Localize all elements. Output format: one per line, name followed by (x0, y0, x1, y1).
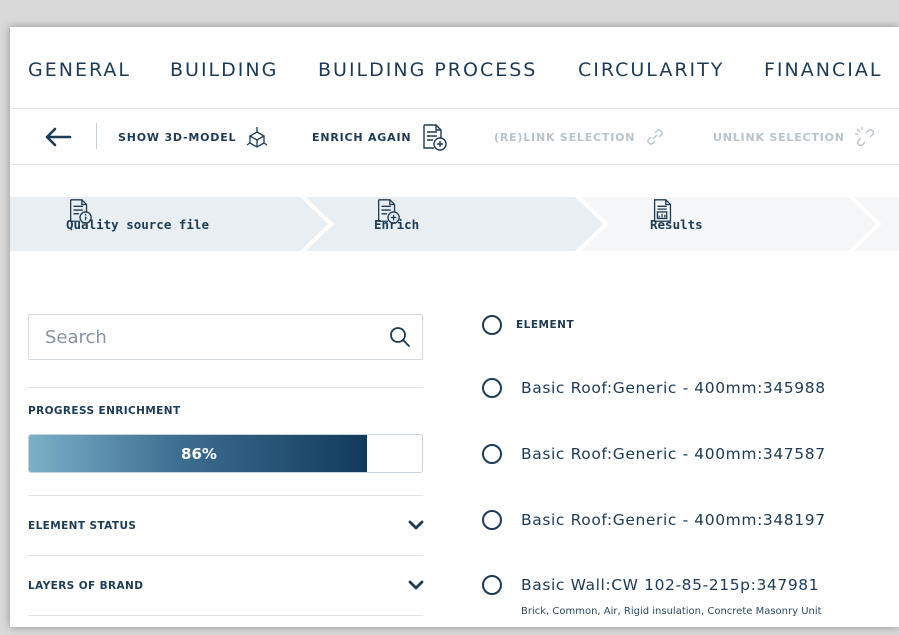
list-item[interactable]: Basic Roof:Generic - 400mm:345988 (521, 379, 826, 397)
step-bar: Quality source file Enrich Results (10, 197, 899, 251)
step-shape-enrich (306, 197, 603, 251)
layers-of-brand-filter-label[interactable]: LAYERS OF BRAND (28, 580, 143, 592)
step-results[interactable]: Results (650, 197, 703, 251)
arrow-left-icon (45, 127, 72, 147)
document-add-icon (423, 124, 448, 151)
search-button[interactable] (378, 315, 422, 359)
divider-line (28, 615, 423, 616)
select-all-radio[interactable] (482, 315, 502, 335)
tab-building[interactable]: BUILDING (170, 59, 278, 81)
divider-line (28, 387, 423, 388)
link-icon (647, 129, 663, 145)
top-navigation: GENERAL BUILDING BUILDING PROCESS CIRCUL… (10, 27, 899, 109)
progress-enrichment-label: PROGRESS ENRICHMENT (28, 405, 181, 417)
toolbar: SHOW 3D-MODEL ENRICH AGAIN (RE)LINK SELE… (10, 109, 899, 165)
element-radio[interactable] (482, 378, 502, 398)
show-3d-model-button[interactable]: SHOW 3D-MODEL (118, 109, 270, 165)
document-results-icon (653, 199, 672, 222)
back-button[interactable] (44, 109, 72, 165)
cube-3d-icon (246, 127, 268, 148)
element-radio[interactable] (482, 510, 502, 530)
unlink-icon (854, 127, 874, 146)
show-3d-model-label: SHOW 3D-MODEL (118, 130, 237, 144)
step-quality-source-file[interactable]: Quality source file (66, 197, 209, 251)
element-status-filter-label[interactable]: ELEMENT STATUS (28, 520, 136, 532)
tab-general[interactable]: GENERAL (28, 59, 131, 81)
progress-bar: 86% (28, 434, 423, 473)
chevron-down-icon[interactable] (408, 579, 424, 591)
divider-line (28, 555, 423, 556)
relink-selection-label: (RE)LINK SELECTION (494, 130, 636, 144)
unlink-selection-label: UNLINK SELECTION (713, 130, 845, 144)
tab-building-process[interactable]: BUILDING PROCESS (318, 59, 537, 81)
tab-circularity[interactable]: CIRCULARITY (578, 59, 724, 81)
tab-financial[interactable]: FINANCIAL (764, 59, 882, 81)
toolbar-divider (96, 123, 97, 149)
document-info-icon (70, 199, 92, 224)
chevron-down-icon[interactable] (408, 519, 424, 531)
step-shape-results (581, 197, 876, 251)
list-item[interactable]: Basic Wall:CW 102-85-215p:347981 (521, 576, 819, 594)
document-add-icon (378, 199, 400, 224)
element-radio[interactable] (482, 575, 502, 595)
search-input[interactable] (29, 315, 378, 359)
search-icon (390, 327, 410, 347)
element-radio[interactable] (482, 444, 502, 464)
element-materials: Brick, Common, Air, Rigid insulation, Co… (521, 606, 822, 617)
enrich-again-label: ENRICH AGAIN (312, 130, 412, 144)
list-item[interactable]: Basic Roof:Generic - 400mm:348197 (521, 511, 826, 529)
progress-percentage: 86% (181, 444, 217, 463)
app-window: GENERAL BUILDING BUILDING PROCESS CIRCUL… (10, 27, 899, 627)
step-enrich[interactable]: Enrich (374, 197, 419, 251)
unlink-selection-button[interactable]: UNLINK SELECTION (713, 109, 877, 165)
relink-selection-button[interactable]: (RE)LINK SELECTION (494, 109, 667, 165)
list-item[interactable]: Basic Roof:Generic - 400mm:347587 (521, 445, 826, 463)
search-box (28, 314, 423, 360)
enrich-again-button[interactable]: ENRICH AGAIN (312, 109, 449, 165)
element-column-header: ELEMENT (516, 319, 575, 331)
divider-line (28, 495, 423, 496)
